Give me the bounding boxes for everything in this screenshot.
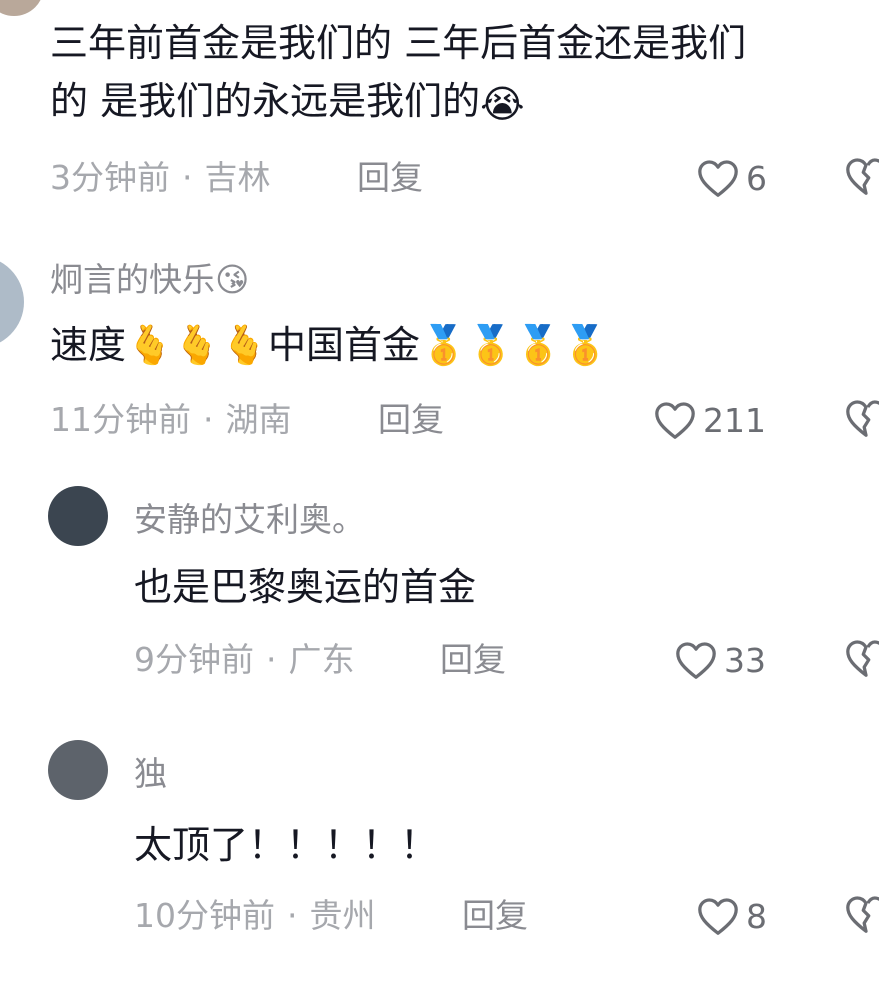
reply-button[interactable]: 回复 (462, 896, 528, 936)
comment-text: 速度 (50, 323, 127, 367)
separator-dot: · (182, 158, 193, 197)
reply-button[interactable]: 回复 (357, 158, 423, 198)
like-button[interactable]: 8 (696, 894, 767, 938)
comment-location: 吉林 (204, 158, 271, 197)
like-count: 33 (724, 640, 766, 680)
comment-username[interactable]: 安静的艾利奥。 (134, 500, 365, 540)
heart-outline-icon (698, 898, 738, 935)
broken-heart-icon (846, 640, 879, 677)
comment-content: 三年前首金是我们的 三年后首金还是我们 的 是我们的永远是我们的😭 (50, 14, 746, 133)
heart-outline-icon (655, 402, 695, 439)
reply-button[interactable]: 回复 (378, 400, 444, 440)
comment-location: 贵州 (309, 896, 376, 935)
comment-time: 9分钟前 (134, 640, 254, 679)
dislike-button[interactable] (844, 156, 879, 200)
finger-heart-emoji: 🫰🫰🫰 (126, 323, 268, 367)
comment-meta: 3分钟前 · 吉林 (50, 158, 271, 198)
like-button[interactable]: 33 (674, 638, 766, 682)
comment-meta: 9分钟前 · 广东 (134, 640, 355, 680)
dislike-button[interactable] (844, 398, 879, 442)
comment-content: 也是巴黎奥运的首金 (134, 565, 477, 609)
comment-3: 安静的艾利奥。 也是巴黎奥运的首金 9分钟前 · 广东 回复 33 (0, 480, 879, 700)
comment-time: 10分钟前 (134, 896, 275, 935)
comment-time: 11分钟前 (50, 400, 191, 439)
comment-text: 中国首金 (267, 323, 420, 367)
kiss-emoji: 😘 (215, 260, 250, 299)
like-button[interactable]: 6 (696, 156, 767, 200)
comment-1: 三年前首金是我们的 三年后首金还是我们 的 是我们的永远是我们的😭 3分钟前 · 吉… (0, 0, 879, 200)
like-button[interactable]: 211 (653, 398, 766, 442)
avatar[interactable] (48, 486, 108, 546)
reply-button[interactable]: 回复 (440, 640, 506, 680)
avatar[interactable] (48, 740, 108, 800)
comment-content: 速度🫰🫰🫰中国首金🥇🥇🥇🥇 (50, 316, 609, 374)
comment-location: 广东 (288, 640, 355, 679)
heart-outline-icon (698, 160, 738, 197)
comment-meta: 10分钟前 · 贵州 (134, 896, 376, 936)
comment-username[interactable]: 独 (134, 754, 167, 794)
dislike-button[interactable] (844, 638, 879, 682)
crying-emoji: 😭 (480, 81, 525, 126)
broken-heart-icon (846, 400, 879, 437)
separator-dot: · (203, 400, 214, 439)
like-count: 8 (746, 896, 767, 936)
gold-medal-emoji: 🥇🥇🥇🥇 (419, 323, 610, 367)
comment-2: 炯言的快乐😘 速度🫰🫰🫰中国首金🥇🥇🥇🥇 11分钟前 · 湖南 回复 211 (0, 240, 879, 450)
separator-dot: · (287, 896, 298, 935)
comment-meta: 11分钟前 · 湖南 (50, 400, 292, 440)
comment-4: 独 太顶了！！！！！ 10分钟前 · 贵州 回复 8 (0, 736, 879, 976)
comment-location: 湖南 (225, 400, 292, 439)
comment-username[interactable]: 炯言的快乐😘 (50, 260, 249, 300)
dislike-button[interactable] (844, 894, 879, 938)
comment-text-line-1: 三年前首金是我们的 三年后首金还是我们 (50, 21, 747, 65)
broken-heart-icon (846, 896, 879, 933)
comment-time: 3分钟前 (50, 158, 170, 197)
avatar[interactable] (0, 256, 24, 348)
like-count: 6 (746, 158, 767, 198)
separator-dot: · (266, 640, 277, 679)
avatar[interactable] (0, 0, 44, 16)
heart-outline-icon (676, 642, 716, 679)
like-count: 211 (703, 400, 766, 440)
comment-text-line-2: 的 是我们的永远是我们的😭 (50, 72, 746, 133)
broken-heart-icon (846, 158, 879, 195)
comment-content: 太顶了！！！！！ (134, 823, 439, 867)
